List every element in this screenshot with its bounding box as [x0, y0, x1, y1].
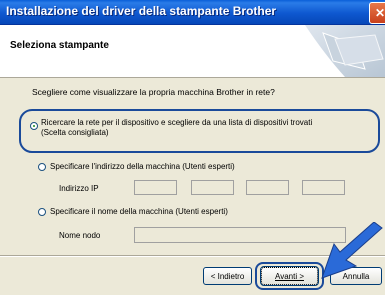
title-bar[interactable]: Installazione del driver della stampante… [0, 0, 385, 25]
option-node-name-label: Specificare il nome della macchina (Uten… [50, 207, 228, 216]
header-panel: Seleziona stampante [0, 25, 385, 78]
question-text: Scegliere come visualizzare la propria m… [32, 87, 275, 97]
back-button[interactable]: < Indietro [203, 267, 252, 285]
ip-octet-3-input[interactable] [246, 180, 289, 195]
close-icon: ✕ [374, 6, 385, 20]
back-button-label: < Indietro [210, 271, 245, 281]
pointer-arrow-icon [321, 222, 383, 279]
ip-octet-2-input[interactable] [191, 180, 234, 195]
close-button[interactable]: ✕ [369, 2, 385, 24]
printer-graphic-icon [305, 25, 385, 77]
ip-octet-4-input[interactable] [302, 180, 345, 195]
ip-address-label: Indirizzo IP [59, 184, 99, 193]
radio-specify-node-name[interactable] [38, 208, 46, 216]
window-title: Installazione del driver della stampante… [6, 4, 277, 18]
ip-octet-1-input[interactable] [134, 180, 177, 195]
installer-window: Installazione del driver della stampante… [0, 0, 385, 295]
page-title: Seleziona stampante [10, 40, 109, 51]
node-name-label: Nome nodo [59, 231, 101, 240]
radio-specify-address[interactable] [38, 163, 46, 171]
option-address-label: Specificare l'indirizzo della macchina (… [50, 162, 235, 171]
radio-search-network[interactable] [30, 122, 38, 130]
option-search-label: Ricercare la rete per il dispositivo e s… [41, 118, 313, 127]
option-search-sublabel: (Scelta consigliata) [41, 128, 109, 137]
